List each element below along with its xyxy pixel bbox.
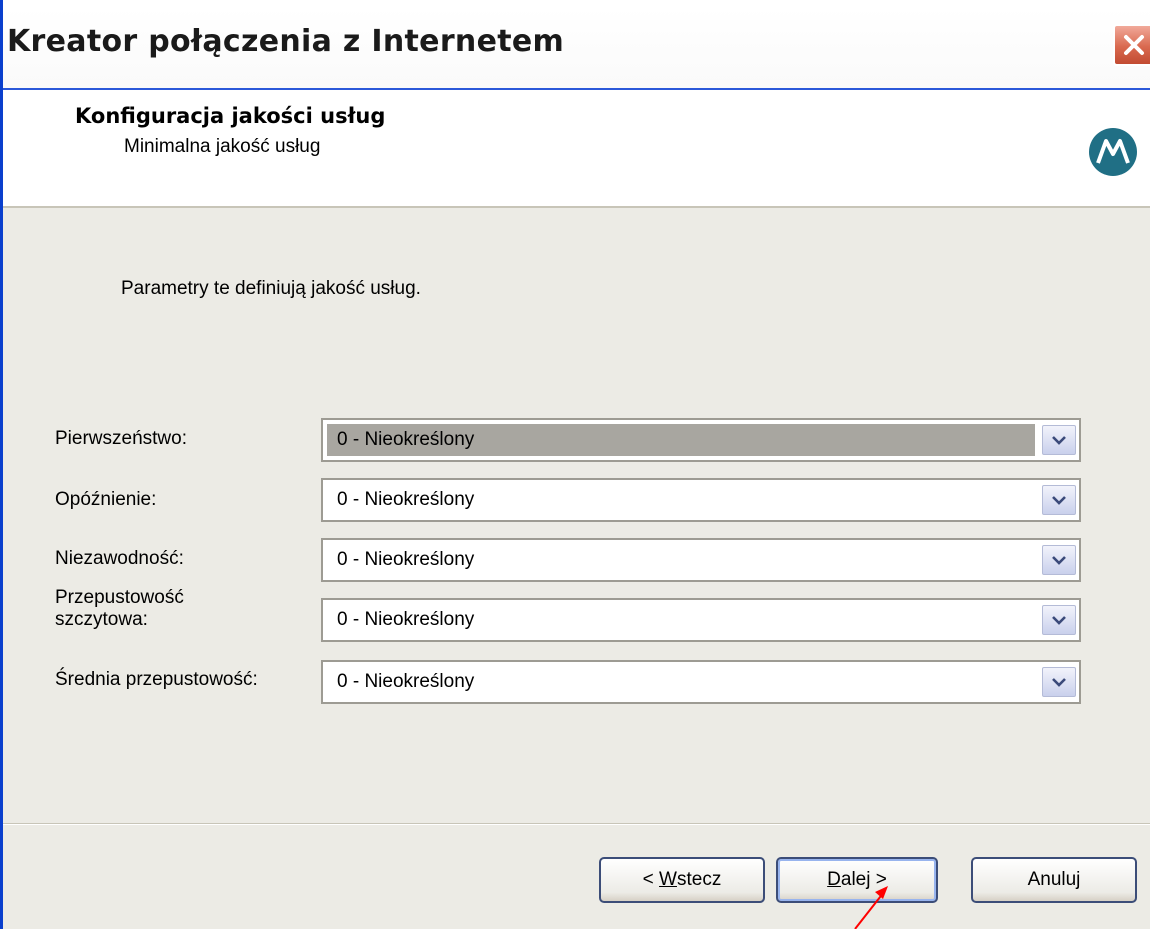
peak-throughput-select-value: 0 - Nieokreślony — [337, 609, 475, 630]
reliability-dropdown-button[interactable] — [1042, 545, 1076, 575]
wizard-header: Konfiguracja jakości usług Minimalna jak… — [3, 90, 1150, 208]
intro-text: Parametry te definiują jakość usług. — [121, 278, 421, 299]
back-button[interactable]: < Wstecz — [599, 857, 765, 903]
footer-divider — [3, 823, 1150, 825]
page-title: Konfiguracja jakości usług — [75, 104, 386, 128]
priority-select-value: 0 - Nieokreślony — [327, 424, 1035, 456]
label-mean-throughput: Średnia przepustowość: — [55, 669, 258, 690]
priority-dropdown-button[interactable] — [1042, 425, 1076, 455]
next-button-label: alej > — [840, 869, 887, 890]
back-button-mnemonic: W — [659, 869, 677, 890]
next-button[interactable]: Dalej > — [776, 857, 938, 903]
back-button-prefix: < — [642, 869, 660, 890]
peak-throughput-dropdown-button[interactable] — [1042, 605, 1076, 635]
chevron-down-icon — [1052, 616, 1066, 625]
label-reliability: Niezawodność: — [55, 548, 184, 569]
reliability-select[interactable]: 0 - Nieokreślony — [321, 538, 1081, 582]
motorola-batwing-icon — [1096, 139, 1130, 164]
delay-select[interactable]: 0 - Nieokreślony — [321, 478, 1081, 522]
peak-throughput-select[interactable]: 0 - Nieokreślony — [321, 598, 1081, 642]
delay-select-value: 0 - Nieokreślony — [337, 489, 475, 510]
page-subtitle: Minimalna jakość usług — [124, 136, 321, 157]
back-button-label: stecz — [676, 869, 722, 890]
mean-throughput-select[interactable]: 0 - Nieokreślony — [321, 660, 1081, 704]
chevron-down-icon — [1052, 496, 1066, 505]
mean-throughput-dropdown-button[interactable] — [1042, 667, 1076, 697]
wizard-window: Kreator połączenia z Internetem Konfigur… — [0, 0, 1150, 929]
label-peak-throughput: Przepustowość szczytowa: — [55, 587, 184, 630]
cancel-button[interactable]: Anuluj — [971, 857, 1137, 903]
mean-throughput-select-value: 0 - Nieokreślony — [337, 671, 475, 692]
close-icon — [1124, 35, 1144, 55]
next-button-mnemonic: D — [827, 869, 841, 890]
label-delay: Opóźnienie: — [55, 489, 157, 510]
motorola-logo-icon — [1089, 128, 1137, 176]
chevron-down-icon — [1052, 678, 1066, 687]
title-bar: Kreator połączenia z Internetem — [3, 0, 1150, 90]
chevron-down-icon — [1052, 556, 1066, 565]
cancel-button-label: Anuluj — [1027, 869, 1081, 890]
label-priority: Pierwszeństwo: — [55, 428, 187, 449]
chevron-down-icon — [1052, 436, 1066, 445]
close-button[interactable] — [1113, 24, 1150, 66]
window-title: Kreator połączenia z Internetem — [7, 24, 565, 59]
reliability-select-value: 0 - Nieokreślony — [337, 549, 475, 570]
priority-select[interactable]: 0 - Nieokreślony — [321, 418, 1081, 462]
delay-dropdown-button[interactable] — [1042, 485, 1076, 515]
